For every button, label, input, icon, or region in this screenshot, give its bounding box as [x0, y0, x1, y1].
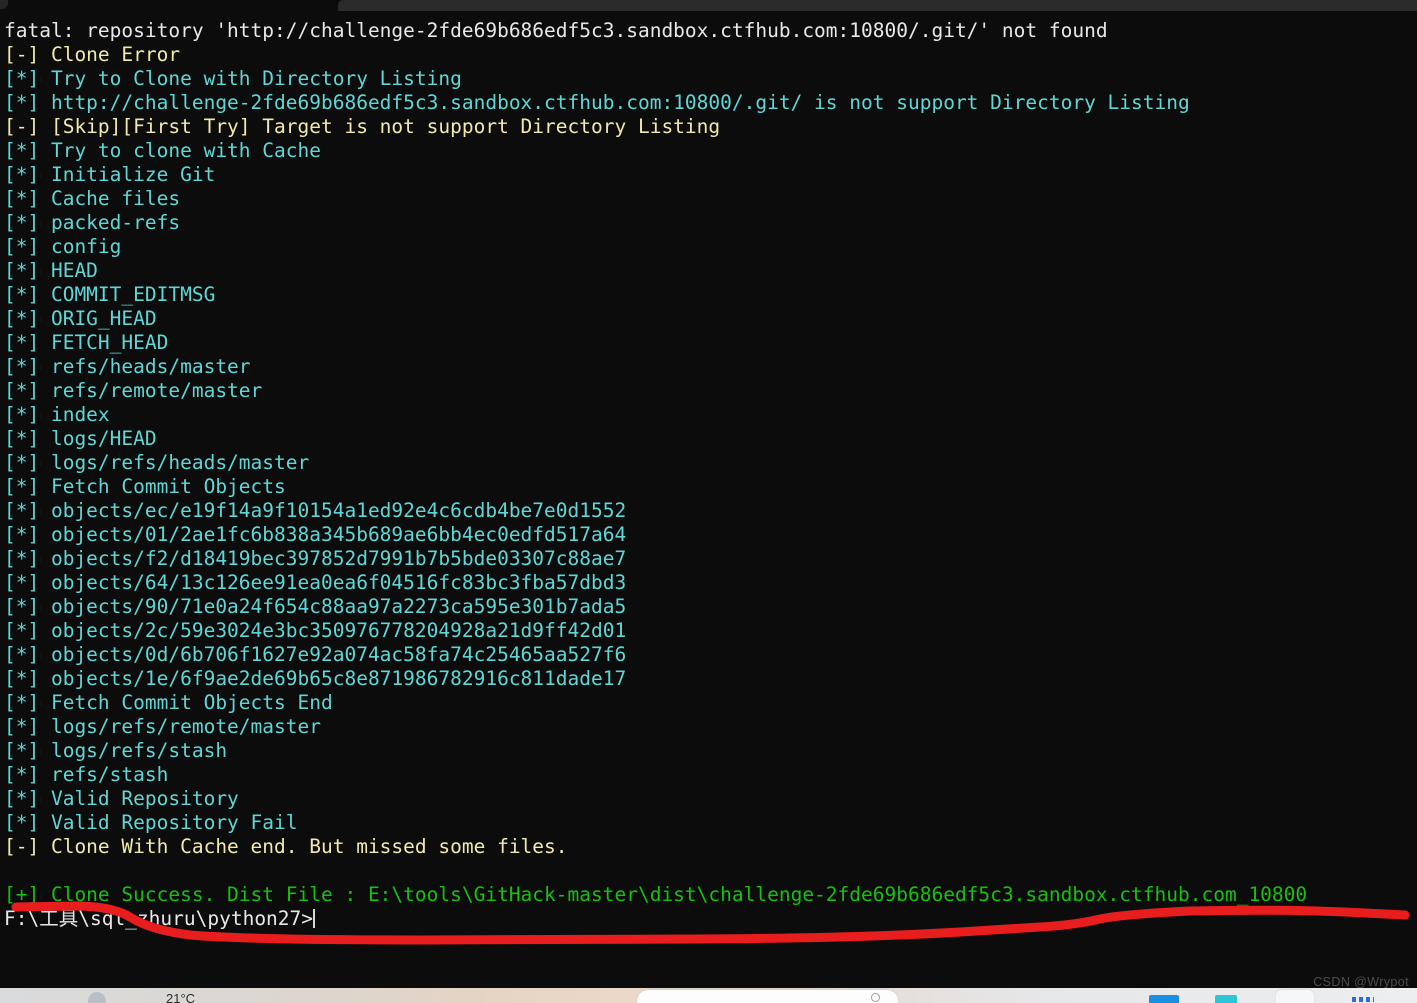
- terminal-line: [-] Clone Error: [4, 43, 181, 66]
- screen: fatal: repository 'http://challenge-2fde…: [0, 0, 1417, 1003]
- window-tab-strip: [0, 0, 1417, 12]
- terminal-line: [*] packed-refs: [4, 211, 181, 234]
- windows-taskbar[interactable]: 21°C: [0, 988, 1417, 1003]
- taskbar-icon-active-window[interactable]: [1276, 990, 1314, 1003]
- terminal-line: [+] Clone Success. Dist File : E:\tools\…: [4, 883, 1308, 906]
- terminal-line: [*] index: [4, 403, 110, 426]
- terminal-line: [*] refs/remote/master: [4, 379, 263, 402]
- terminal-line: [*] http://challenge-2fde69b686edf5c3.sa…: [4, 91, 1190, 114]
- terminal-line: [*] FETCH_HEAD: [4, 331, 169, 354]
- taskbar-icon-chat[interactable]: [1215, 995, 1237, 1003]
- terminal-line: [*] Valid Repository Fail: [4, 811, 298, 834]
- window-corner: [0, 0, 8, 9]
- terminal-line: [*] logs/HEAD: [4, 427, 157, 450]
- terminal-line: [-] [Skip][First Try] Target is not supp…: [4, 115, 721, 138]
- search-icon: [871, 993, 880, 1002]
- terminal-line: [*] Try to clone with Cache: [4, 139, 321, 162]
- terminal-line: [*] objects/2c/59e3024e3bc35097677820492…: [4, 619, 627, 642]
- terminal-line: [*] Fetch Commit Objects: [4, 475, 286, 498]
- terminal-line: [*] logs/refs/stash: [4, 739, 228, 762]
- terminal-line: [*] HEAD: [4, 259, 98, 282]
- taskbar-search-box[interactable]: [637, 990, 898, 1003]
- terminal-line: [*] Try to Clone with Directory Listing: [4, 67, 462, 90]
- terminal-line: [*] objects/f2/d18419bec397852d7991b7b5b…: [4, 547, 627, 570]
- terminal-line: [*] config: [4, 235, 122, 258]
- terminal-line: [-] Clone With Cache end. But missed som…: [4, 835, 568, 858]
- terminal-line: fatal: repository 'http://challenge-2fde…: [4, 19, 1108, 42]
- terminal-line: [*] Valid Repository: [4, 787, 239, 810]
- terminal-line: [*] Cache files: [4, 187, 181, 210]
- terminal-line: [*] objects/ec/e19f14a9f10154a1ed92e4c6c…: [4, 499, 627, 522]
- terminal-line: [*] refs/heads/master: [4, 355, 251, 378]
- terminal-prompt-line[interactable]: F:\工具\sql_zhuru\python27>: [4, 907, 1417, 931]
- text-cursor: [313, 909, 316, 928]
- terminal-line: [*] objects/1e/6f9ae2de69b65c8e871986782…: [4, 667, 627, 690]
- terminal-line: [*] logs/refs/heads/master: [4, 451, 310, 474]
- terminal-line: [*] objects/90/71e0a24f654c88aa97a2273ca…: [4, 595, 627, 618]
- terminal-output[interactable]: fatal: repository 'http://challenge-2fde…: [0, 12, 1417, 988]
- csdn-watermark: CSDN @Wrypot: [1313, 975, 1409, 989]
- terminal-line: [*] Initialize Git: [4, 163, 216, 186]
- terminal-line: [*] ORIG_HEAD: [4, 307, 157, 330]
- terminal-line: [*] objects/64/13c126ee91ea0ea6f04516fc8…: [4, 571, 627, 594]
- taskbar-icon-edge[interactable]: [1149, 995, 1179, 1003]
- terminal-line: [*] COMMIT_EDITMSG: [4, 283, 216, 306]
- taskbar-icon-tray[interactable]: [1352, 997, 1374, 1002]
- terminal-line: [*] logs/refs/remote/master: [4, 715, 321, 738]
- terminal-line: [*] objects/0d/6b706f1627e92a074ac58fa74…: [4, 643, 627, 666]
- terminal-line-list: fatal: repository 'http://challenge-2fde…: [4, 19, 1417, 907]
- terminal-line: [*] refs/stash: [4, 763, 169, 786]
- terminal-line: [*] objects/01/2ae1fc6b838a345b689ae6bb4…: [4, 523, 627, 546]
- weather-icon[interactable]: [88, 992, 106, 1003]
- weather-temperature[interactable]: 21°C: [166, 991, 195, 1003]
- terminal-tab[interactable]: [338, 0, 1417, 11]
- terminal-line: [*] Fetch Commit Objects End: [4, 691, 333, 714]
- prompt-path: F:\工具\sql_zhuru\python27>: [4, 907, 314, 930]
